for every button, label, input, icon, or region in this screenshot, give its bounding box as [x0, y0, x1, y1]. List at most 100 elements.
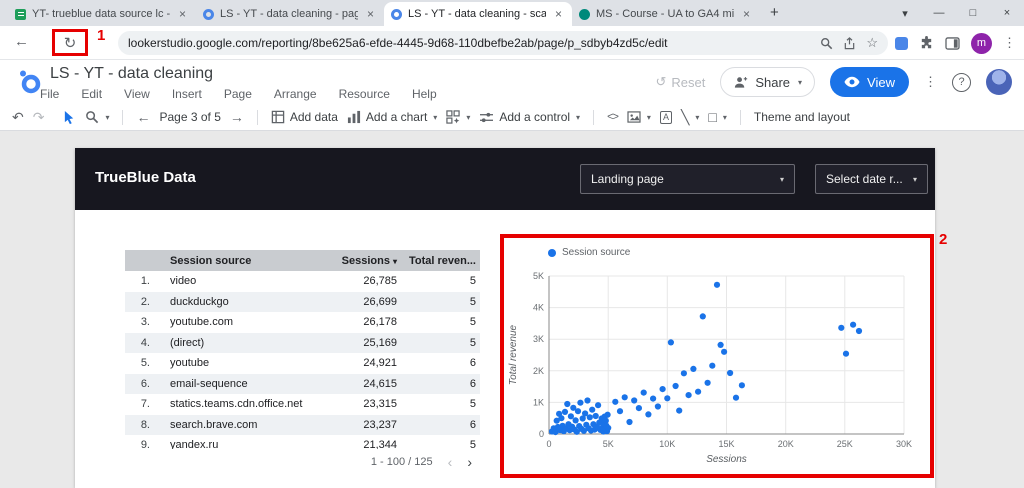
svg-text:2K: 2K — [533, 366, 544, 376]
looker-studio-icon — [203, 8, 214, 20]
page-indicator[interactable]: Page 3 of 5 — [159, 110, 220, 124]
minimize-icon[interactable]: — — [922, 7, 956, 19]
browser-tab-3-active[interactable]: LS - YT - data cleaning - scatterp... × — [384, 2, 572, 26]
zoom-tool-button[interactable]: ▾ — [85, 110, 109, 124]
row-index: 8. — [140, 418, 150, 431]
menu-view[interactable]: View — [124, 87, 150, 101]
menu-file[interactable]: File — [40, 87, 59, 101]
embed-icon[interactable]: <> — [607, 111, 619, 123]
image-tool-button[interactable]: ▾ — [627, 111, 651, 123]
cell-session-source: email-sequence — [170, 377, 248, 390]
filter-label: Landing page — [591, 172, 664, 186]
tab-close-icon[interactable]: × — [364, 7, 377, 21]
row-index: 5. — [140, 357, 150, 370]
text-tool-icon[interactable]: A — [659, 110, 672, 124]
view-button[interactable]: View — [830, 67, 909, 97]
menu-resource[interactable]: Resource — [339, 87, 390, 101]
cell-total-revenue: 5 — [469, 295, 476, 308]
pagination-prev-icon[interactable]: ‹ — [448, 454, 453, 470]
cell-session-source: search.brave.com — [170, 418, 258, 431]
table-row: 7. statics.teams.cdn.office.net 23,315 5 — [125, 394, 480, 415]
person-add-icon — [735, 76, 748, 88]
more-options-icon[interactable]: ⋮ — [924, 74, 937, 90]
menu-arrange[interactable]: Arrange — [274, 87, 317, 101]
prev-page-icon[interactable]: ← — [136, 109, 150, 125]
select-cursor-icon[interactable] — [63, 110, 76, 125]
tab-close-icon[interactable]: × — [552, 7, 565, 21]
tab-title: MS - Course - UA to GA4 migrat... — [596, 8, 734, 20]
new-tab-button[interactable]: + — [770, 4, 779, 21]
svg-text:5K: 5K — [603, 439, 614, 449]
shape-tool-button[interactable]: □ ▾ — [708, 109, 726, 125]
date-range-filter[interactable]: Select date r... ▾ — [815, 164, 928, 194]
share-icon[interactable] — [843, 36, 856, 50]
extension-icon[interactable] — [895, 36, 908, 50]
cell-session-source: yandex.ru — [170, 439, 219, 449]
help-icon[interactable]: ? — [952, 72, 971, 92]
browser-profile-avatar[interactable]: m — [971, 32, 992, 54]
line-icon: ╲ — [680, 108, 690, 125]
browser-tab-1[interactable]: YT- trueblue data source lc - Goo × — [8, 2, 196, 26]
report-title[interactable]: LS - YT - data cleaning — [50, 65, 213, 83]
cell-session-source: statics.teams.cdn.office.net — [170, 398, 303, 411]
cell-total-revenue: 5 — [469, 398, 476, 411]
svg-text:0: 0 — [546, 439, 551, 449]
user-avatar[interactable] — [986, 69, 1012, 95]
view-label: View — [867, 74, 895, 90]
reload-icon[interactable]: ↻ — [64, 34, 77, 52]
add-control-button[interactable]: Add a control ▾ — [479, 110, 580, 124]
chevron-down-icon: ▾ — [646, 112, 651, 122]
sessions-table[interactable]: Session source Sessions ▾ Total reven... … — [125, 250, 480, 470]
redo-icon[interactable]: ↷ — [33, 109, 45, 126]
tab-close-icon[interactable]: × — [740, 7, 753, 21]
close-icon[interactable]: × — [990, 7, 1024, 19]
cell-sessions: 24,921 — [363, 357, 397, 370]
address-bar[interactable]: lookerstudio.google.com/reporting/8be625… — [118, 31, 888, 55]
add-data-button[interactable]: Add data — [271, 110, 338, 124]
filter-label: Select date r... — [826, 172, 903, 186]
course-icon — [579, 8, 590, 20]
extensions-puzzle-icon[interactable] — [919, 35, 934, 51]
menu-insert[interactable]: Insert — [172, 87, 202, 101]
menu-page[interactable]: Page — [224, 87, 252, 101]
cell-sessions: 23,315 — [363, 398, 397, 411]
next-page-icon[interactable]: → — [230, 109, 244, 125]
community-visualizations-button[interactable]: ▾ — [446, 110, 470, 124]
zoom-icon[interactable] — [820, 37, 833, 50]
col-sessions[interactable]: Sessions ▾ — [315, 255, 397, 267]
header-actions: ↺ Reset Share ▾ View ⋮ ? — [655, 60, 1012, 104]
landing-page-filter[interactable]: Landing page ▾ — [580, 164, 795, 194]
browser-tab-4[interactable]: MS - Course - UA to GA4 migrat... × — [572, 2, 760, 26]
chevron-down-icon: ▾ — [798, 77, 803, 87]
side-panel-icon[interactable] — [945, 36, 960, 50]
back-icon[interactable]: ← — [14, 33, 29, 50]
line-tool-button[interactable]: ╲ ▾ — [681, 109, 699, 126]
url-text: lookerstudio.google.com/reporting/8be625… — [128, 36, 668, 50]
add-chart-button[interactable]: Add a chart ▾ — [347, 110, 437, 124]
tab-search-chevron-icon[interactable]: ▾ — [888, 7, 922, 20]
report-page[interactable]: TrueBlue Data Landing page ▾ Select date… — [75, 148, 947, 488]
col-total-revenue[interactable]: Total reven... — [397, 255, 480, 267]
menu-edit[interactable]: Edit — [81, 87, 102, 101]
magnifier-icon — [86, 111, 99, 124]
col-sessions-label: Sessions — [341, 254, 390, 267]
menu-help[interactable]: Help — [412, 87, 437, 101]
browser-menu-icon[interactable]: ⋮ — [1003, 35, 1016, 51]
col-session-source[interactable]: Session source — [163, 255, 315, 267]
theme-layout-button[interactable]: Theme and layout — [754, 110, 850, 124]
tab-close-icon[interactable]: × — [176, 7, 189, 21]
table-row: 6. email-sequence 24,615 6 — [125, 373, 480, 394]
annotation-label-1: 1 — [97, 27, 106, 44]
menu-bar: File Edit View Insert Page Arrange Resou… — [40, 87, 437, 101]
bookmark-star-icon[interactable]: ☆ — [866, 35, 878, 51]
scatter-chart[interactable]: 0 1K 2K 3K 4K 5K 0 5K 10K 15K 20K 25K 30K Sessions Tot… — [504, 262, 930, 468]
svg-text:30K: 30K — [896, 439, 912, 449]
reset-button[interactable]: ↺ Reset — [655, 74, 705, 90]
maximize-icon[interactable]: □ — [956, 7, 990, 19]
share-button[interactable]: Share ▾ — [720, 67, 816, 97]
cell-total-revenue: 6 — [469, 357, 476, 370]
pagination-next-icon[interactable]: › — [467, 454, 472, 470]
chevron-down-icon: ▾ — [722, 112, 727, 122]
browser-tab-2[interactable]: LS - YT - data cleaning - page 3 l × — [196, 2, 384, 26]
undo-icon[interactable]: ↶ — [12, 109, 24, 126]
